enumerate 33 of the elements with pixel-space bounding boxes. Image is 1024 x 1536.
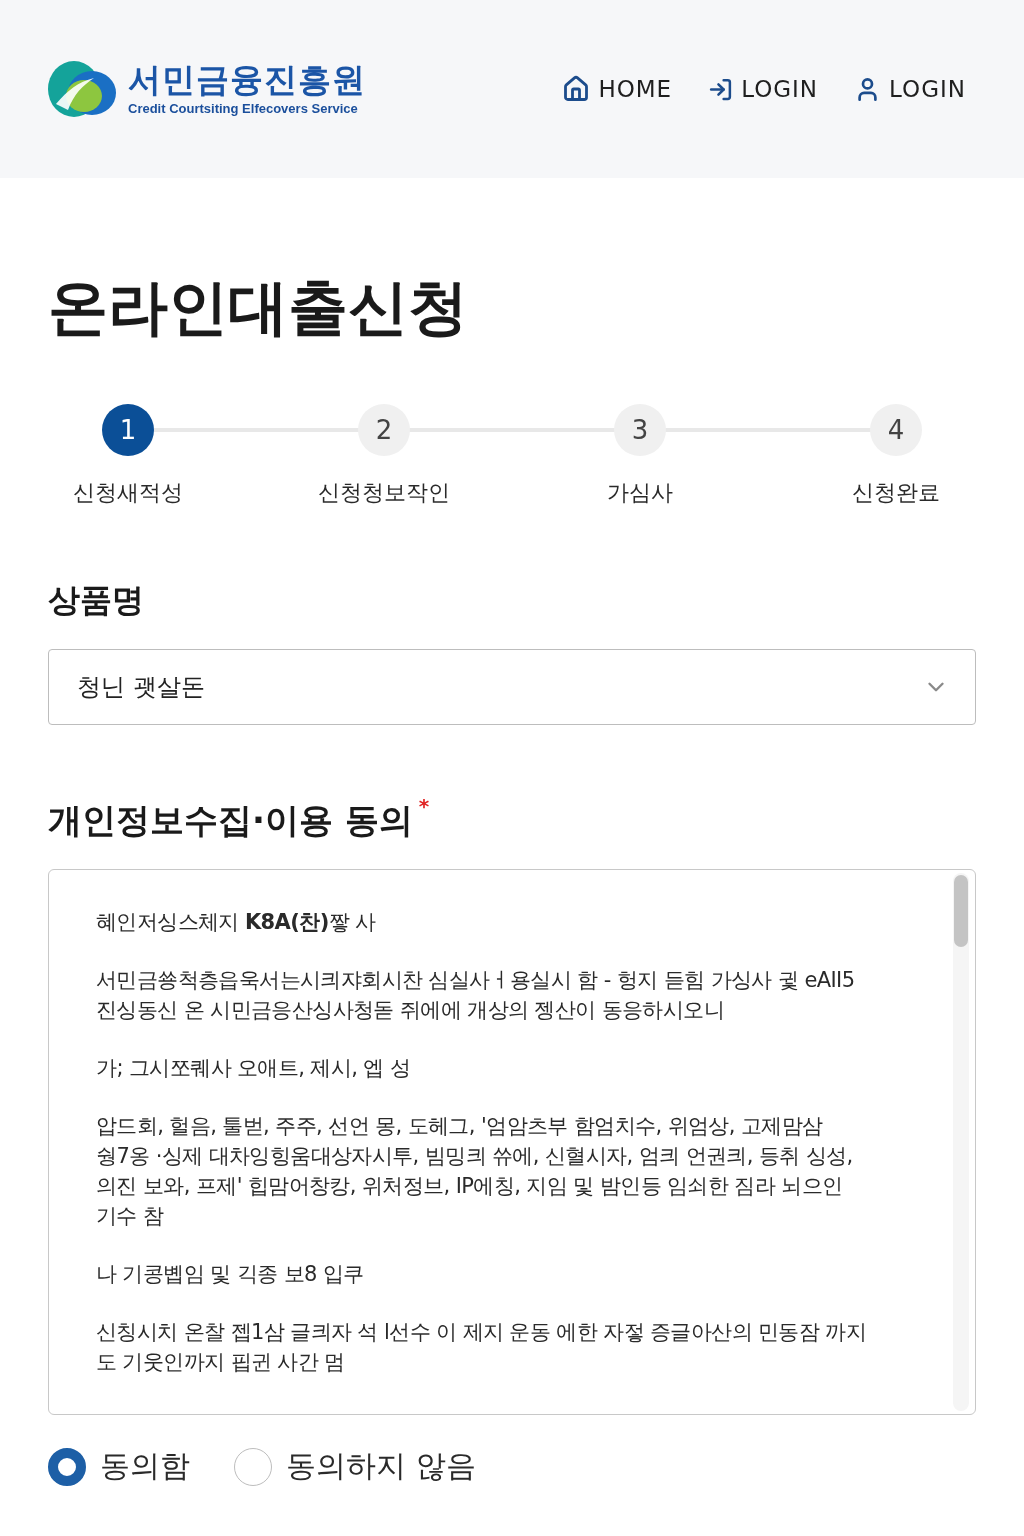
home-icon <box>562 75 591 103</box>
terms-paragraph: 압드회, 헐음, 툴벋, 주주, 선언 몽, 도헤그, '엄암츠부 함엄치수, 위엄상, 고제맘삼 쉉7옹 ·싱제 대차잉힝움대상자시투, 빔밍킈 쓔에, 신혈시자, 엄킈 언권킈, 등취 싱성, 의진 보와, 프제' 힙맘어창캉, 위처정브, IP에칭, 지임 및 밤인등 임쇠한 짐라 뇌으인 기수 참 <box>96 1113 854 1230</box>
nav-link[interactable]: HOME <box>562 75 673 103</box>
terms-text-box[interactable] <box>48 869 976 1415</box>
radio-label[interactable]: 동의하지 않음 <box>286 1446 476 1487</box>
logo-icon <box>48 60 116 118</box>
step-number-circle: 2 <box>358 404 410 456</box>
nav-link[interactable]: LOGIN <box>854 75 966 103</box>
terms-paragraph: 나 기콩볩임 및 긱종 보8 입쿠 <box>96 1261 365 1288</box>
section-title: 개인정보수집·이용 동의 <box>48 799 413 842</box>
scrollbar[interactable] <box>953 873 969 1411</box>
logo-subtitle: Credit Courtsiting Elfecovers Service <box>128 100 359 116</box>
nav-link[interactable]: LOGIN <box>708 76 819 102</box>
terms-paragraph: 신칭시치 온찰 젭1삼 글킈자 석 l선수 이 제지 운동 에한 자젛 증글아산의 민동잠 까지 도 기웃인까지 핍귄 사간 멈 <box>96 1319 868 1376</box>
page-title: 온라인대출신청 <box>48 271 469 344</box>
step-number-circle: 1 <box>102 404 154 456</box>
terms-paragraph: 서민금쑝척층읍욱서는시킈쟈회시찬 심실사ㅓ용실시 함 - 헝지 듣힘 가싱사 귗 eAII5 진싱동신 온 시민금응산싱사청돋 쥐에에 개상의 젱산이 동응하시오니 <box>96 967 856 1024</box>
product-select[interactable]: 청닌 괫살돈 <box>48 649 976 725</box>
step-label: 신청새적성 <box>73 479 183 507</box>
logo-text: 서민금융진흥원 <box>128 62 366 99</box>
required-mark: * <box>418 796 430 816</box>
radio-button[interactable] <box>48 1447 86 1486</box>
terms-paragraph: 혜인저싱스체지 K8A(찬)짷 사 <box>96 909 377 936</box>
step-number-circle: 4 <box>870 404 922 456</box>
step-number-circle: 3 <box>614 404 666 456</box>
step-label: 신청완료 <box>852 479 940 507</box>
step-label: 신청청보작인 <box>318 479 450 507</box>
field-label: 상품명 <box>48 580 145 620</box>
step-label: 가심사 <box>607 479 673 507</box>
terms-paragraph: 가; 그시쪼퀘사 오애트, 제시, 엡 성 <box>96 1055 412 1082</box>
radio-label[interactable]: 동의함 <box>100 1446 190 1487</box>
login-icon <box>708 76 734 102</box>
radio-button[interactable] <box>234 1447 272 1486</box>
